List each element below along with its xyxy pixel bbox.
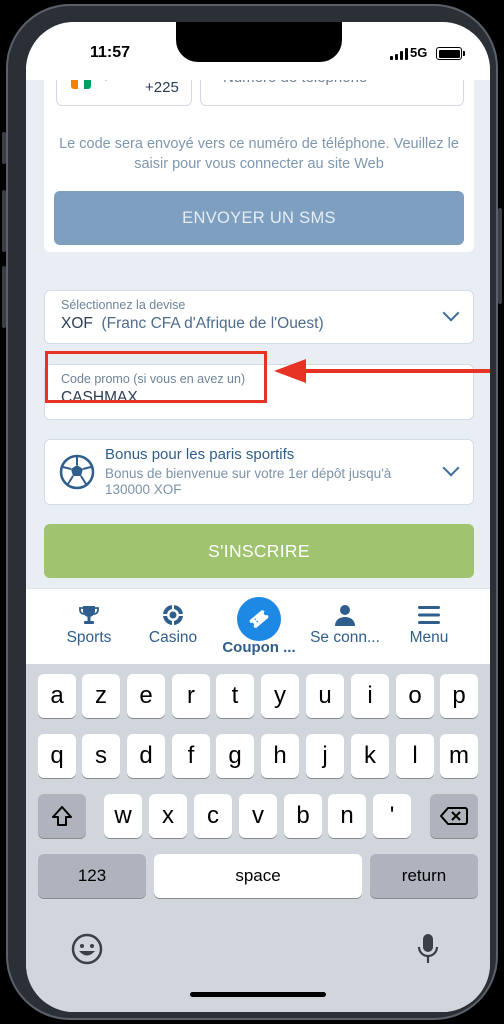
notch xyxy=(176,22,342,62)
volume-down-button xyxy=(2,266,6,328)
currency-label: Sélectionnez la devise xyxy=(61,298,186,312)
tab-label: Se conn... xyxy=(310,629,380,646)
signal-icon xyxy=(390,48,408,60)
key[interactable]: k xyxy=(351,734,389,778)
key[interactable]: m xyxy=(440,734,478,778)
bonus-description: Bonus de bienvenue sur votre 1er dépôt j… xyxy=(105,466,392,497)
trophy-icon xyxy=(79,606,99,624)
chevron-down-icon xyxy=(442,304,460,322)
phone-frame: 11:57 5G ▼ +225 Numéro de téléphone Le c… xyxy=(2,4,502,1020)
key[interactable]: o xyxy=(396,674,434,718)
delete-key[interactable] xyxy=(430,794,478,838)
tab-coupon[interactable]: Coupon ... xyxy=(214,589,304,665)
network-type: 5G xyxy=(410,45,428,60)
emoji-button[interactable] xyxy=(70,932,106,968)
tab-label: Menu xyxy=(409,629,449,646)
casino-chip-icon xyxy=(163,605,183,625)
tab-sports[interactable]: Sports xyxy=(44,589,134,665)
tab-menu[interactable]: Menu xyxy=(384,589,474,665)
power-button xyxy=(498,208,502,304)
key[interactable]: c xyxy=(194,794,232,838)
key[interactable]: p xyxy=(440,674,478,718)
key[interactable]: g xyxy=(216,734,254,778)
chevron-down-icon xyxy=(442,459,460,477)
key[interactable]: f xyxy=(172,734,210,778)
bonus-title: Bonus pour les paris sportifs xyxy=(105,446,295,463)
key[interactable]: d xyxy=(127,734,165,778)
on-screen-keyboard: a z e r t y u i o p q s d f g h j k l m xyxy=(26,664,490,1012)
space-key[interactable]: space xyxy=(154,854,362,898)
promo-highlight-box xyxy=(45,351,267,403)
key[interactable]: x xyxy=(149,794,187,838)
annotation-arrow-icon xyxy=(274,359,490,383)
status-bar: 11:57 5G xyxy=(26,22,490,80)
key[interactable]: z xyxy=(82,674,120,718)
status-time: 11:57 xyxy=(90,44,131,61)
dictation-button[interactable] xyxy=(416,932,444,968)
numbers-key[interactable]: 123 xyxy=(38,854,146,898)
key[interactable]: ' xyxy=(373,794,411,838)
key[interactable]: s xyxy=(82,734,120,778)
key[interactable]: j xyxy=(306,734,344,778)
backspace-icon xyxy=(440,807,468,825)
tab-label: Coupon ... xyxy=(222,639,296,656)
currency-code: XOF xyxy=(61,315,93,332)
home-indicator[interactable] xyxy=(190,992,326,997)
key[interactable]: i xyxy=(351,674,389,718)
screen: 11:57 5G ▼ +225 Numéro de téléphone Le c… xyxy=(26,22,490,1012)
key[interactable]: v xyxy=(239,794,277,838)
tab-label: Sports xyxy=(66,629,112,646)
key[interactable]: b xyxy=(284,794,322,838)
key[interactable]: u xyxy=(306,674,344,718)
key[interactable]: t xyxy=(216,674,254,718)
ticket-icon xyxy=(249,610,269,628)
key[interactable]: l xyxy=(396,734,434,778)
currency-name: (Franc CFA d'Afrique de l'Ouest) xyxy=(101,315,324,332)
key[interactable]: r xyxy=(172,674,210,718)
key[interactable]: y xyxy=(261,674,299,718)
key[interactable]: e xyxy=(127,674,165,718)
key[interactable]: w xyxy=(104,794,142,838)
send-sms-button[interactable]: ENVOYER UN SMS xyxy=(54,191,464,245)
bonus-select[interactable]: Bonus pour les paris sportifs Bonus de b… xyxy=(44,439,474,505)
currency-value: XOF (Franc CFA d'Afrique de l'Ouest) xyxy=(61,315,324,333)
signup-button[interactable]: S'INSCRIRE xyxy=(44,524,474,578)
phone-card: ▼ +225 Numéro de téléphone Le code sera … xyxy=(44,62,474,252)
tab-label: Casino xyxy=(148,629,198,646)
soccer-ball-icon xyxy=(59,454,95,490)
microphone-icon xyxy=(417,934,439,963)
emoji-icon xyxy=(71,933,103,965)
user-icon xyxy=(335,605,355,626)
sms-hint-text: Le code sera envoyé vers ce numéro de té… xyxy=(59,136,459,172)
currency-select[interactable]: Sélectionnez la devise XOF (Franc CFA d'… xyxy=(44,290,474,344)
key[interactable]: a xyxy=(38,674,76,718)
registration-form: ▼ +225 Numéro de téléphone Le code sera … xyxy=(26,62,490,600)
tab-login[interactable]: Se conn... xyxy=(300,589,390,665)
key[interactable]: h xyxy=(261,734,299,778)
mute-switch xyxy=(2,132,6,164)
dial-code: +225 xyxy=(145,79,179,96)
bottom-tab-bar: Sports Casino Coupon ... Se conn... Menu xyxy=(26,588,490,664)
shift-icon xyxy=(52,806,72,826)
menu-icon xyxy=(418,606,440,624)
return-key[interactable]: return xyxy=(370,854,478,898)
volume-up-button xyxy=(2,190,6,252)
battery-icon xyxy=(436,47,465,60)
key[interactable]: n xyxy=(328,794,366,838)
shift-key[interactable] xyxy=(38,794,86,838)
key[interactable]: q xyxy=(38,734,76,778)
tab-casino[interactable]: Casino xyxy=(128,589,218,665)
